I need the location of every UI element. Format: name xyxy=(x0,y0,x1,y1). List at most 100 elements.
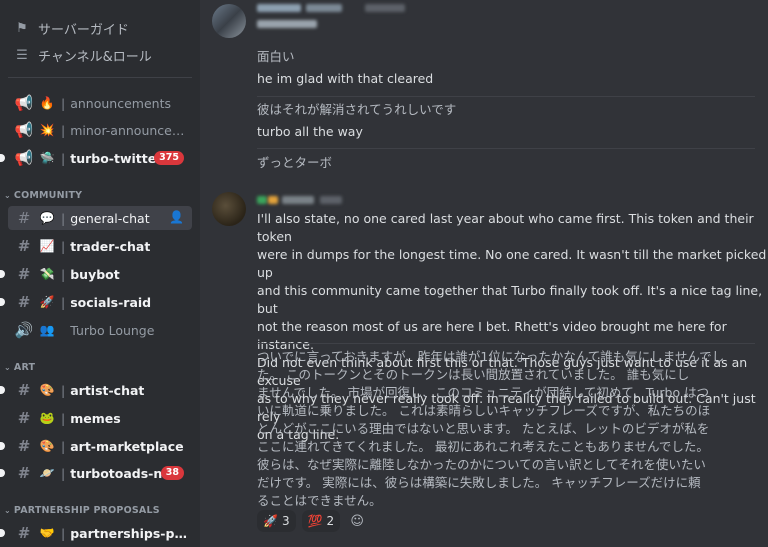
channel-name: turbotoads-nft xyxy=(70,465,174,481)
hash-icon: # xyxy=(17,293,31,311)
redacted-timestamp xyxy=(365,4,405,12)
redacted-timestamp xyxy=(320,196,342,204)
channel-name: artist-chat xyxy=(70,382,145,398)
add-member-icon[interactable]: 👤 xyxy=(169,210,184,224)
redacted-username xyxy=(282,196,314,204)
sidebar-item-socials-raid[interactable]: # 🚀 | socials-raid xyxy=(0,290,192,314)
reaction-rocket-toad[interactable]: 🚀 3 xyxy=(257,510,296,532)
sidebar-item-turbo-lounge[interactable]: 🔊 👥 | Turbo Lounge xyxy=(8,318,192,342)
sidebar-item-general-chat[interactable]: # 💬 | general-chat 👤 xyxy=(8,206,192,230)
rocket-toad-icon: 🚀 xyxy=(263,514,278,528)
sidebar-item-trader-chat[interactable]: # 📈 | trader-chat xyxy=(8,234,192,258)
redacted-username xyxy=(306,4,342,12)
megaphone-icon: 📢 xyxy=(14,149,34,167)
hash-icon: # xyxy=(17,381,31,399)
frog-icon: 🐸 xyxy=(39,411,55,425)
channel-name: art-marketplace xyxy=(70,438,184,454)
sidebar-item-memes[interactable]: # 🐸 | memes xyxy=(8,406,192,430)
explosion-icon: 💥 xyxy=(39,123,55,137)
channel-sidebar: ⚑ サーバーガイド ☰ チャンネル&ロール 📢 🔥 | announcement… xyxy=(0,0,200,547)
ufo-icon: 🛸 xyxy=(39,151,55,165)
channel-name: Turbo Lounge xyxy=(70,322,155,338)
sidebar-item-minor-announcements[interactable]: 📢 💥 | minor-announcem... xyxy=(8,118,192,142)
sidebar-item-artist-chat[interactable]: # 🎨 | artist-chat xyxy=(0,378,192,402)
hash-icon: # xyxy=(17,237,31,255)
channel-name: announcements xyxy=(70,95,171,111)
chevron-down-icon: ⌄ xyxy=(4,190,11,200)
redacted-text xyxy=(257,20,317,28)
channel-name: buybot xyxy=(70,266,120,282)
sidebar-item-turbo-twitter[interactable]: 📢 🛸 | turbo-twitter 375 xyxy=(0,146,192,170)
sidebar-item-turbotoads-nft[interactable]: # 🪐 | turbotoads-nft 38 xyxy=(0,461,192,485)
sidebar-item-art-marketplace[interactable]: # 🎨 | art-marketplace xyxy=(0,434,192,458)
speaker-icon: 🔊 xyxy=(14,321,34,339)
server-guide-item[interactable]: ⚑ サーバーガイド xyxy=(14,17,129,39)
channel-name: turbo-twitter xyxy=(70,150,163,166)
chevron-down-icon: ⌄ xyxy=(4,362,11,372)
message-text-ja: ずっとターボ xyxy=(257,155,333,170)
hundred-icon: 💯 xyxy=(307,514,323,528)
unread-indicator xyxy=(0,154,5,162)
megaphone-icon: 📢 xyxy=(14,94,34,112)
channel-name: trader-chat xyxy=(70,238,151,254)
message-text-ja: ついでに言っておきますが、昨年は誰が1位になったかなんて誰も気にしませんでし た… xyxy=(257,349,725,508)
channel-name: socials-raid xyxy=(70,294,152,310)
channels-roles-icon: ☰ xyxy=(16,47,28,63)
category-partnership-proposals[interactable]: ⌄ PARTNERSHIP PROPOSALS xyxy=(4,503,160,517)
message-text-ja: 彼はそれが解消されてうれしいです xyxy=(257,102,457,117)
sidebar-divider xyxy=(8,77,192,78)
sidebar-item-announcements[interactable]: 📢 🔥 | announcements xyxy=(8,91,192,115)
reaction-bar: 🚀 3 💯 2 ☺ xyxy=(257,510,368,532)
avatar[interactable] xyxy=(212,4,246,38)
unread-indicator xyxy=(0,270,5,278)
chart-icon: 📈 xyxy=(39,239,55,253)
translation-divider xyxy=(257,343,755,344)
mention-badge: 38 xyxy=(160,466,184,480)
channel-name: memes xyxy=(70,410,121,426)
translation-divider xyxy=(257,96,755,97)
message-text-ja: 面白い xyxy=(257,49,295,64)
palette-icon: 🎨 xyxy=(39,383,55,397)
unread-indicator xyxy=(0,298,5,306)
hash-icon: # xyxy=(17,209,31,227)
hash-icon: # xyxy=(17,524,31,542)
server-guide-icon: ⚑ xyxy=(16,20,28,36)
money-icon: 💸 xyxy=(39,267,55,281)
speech-bubble-icon: 💬 xyxy=(39,211,55,225)
channels-roles-item[interactable]: ☰ チャンネル&ロール xyxy=(14,44,152,66)
fire-icon: 🔥 xyxy=(39,96,55,110)
sidebar-item-buybot[interactable]: # 💸 | buybot xyxy=(0,262,192,286)
rocket-icon: 🚀 xyxy=(39,295,55,309)
planet-icon: 🪐 xyxy=(39,466,55,480)
unread-indicator xyxy=(0,529,5,537)
hash-icon: # xyxy=(17,265,31,283)
redacted-username xyxy=(257,196,267,204)
mention-badge: 375 xyxy=(154,151,184,165)
unread-indicator xyxy=(0,442,5,450)
channel-name: partnerships-prop... xyxy=(70,525,190,541)
channel-name: general-chat xyxy=(70,210,150,226)
channel-name: minor-announcem... xyxy=(70,122,191,138)
message-text: turbo all the way xyxy=(257,124,363,139)
people-icon: 👥 xyxy=(39,323,55,337)
unread-indicator xyxy=(0,469,5,477)
sidebar-item-partnerships-proposals[interactable]: # 🤝 | partnerships-prop... xyxy=(0,521,192,545)
reaction-count: 3 xyxy=(281,514,290,528)
reaction-count: 2 xyxy=(326,514,335,528)
redacted-username xyxy=(268,196,278,204)
redacted-username xyxy=(257,4,301,12)
message-list: 面白い he im glad with that cleared 彼はそれが解消… xyxy=(200,0,768,547)
hash-icon: # xyxy=(17,409,31,427)
reaction-hundred[interactable]: 💯 2 xyxy=(301,510,341,532)
hash-icon: # xyxy=(17,437,31,455)
add-reaction-icon[interactable]: ☺ xyxy=(346,510,368,532)
chevron-down-icon: ⌄ xyxy=(4,505,11,515)
handshake-icon: 🤝 xyxy=(39,526,55,540)
megaphone-icon: 📢 xyxy=(14,121,34,139)
category-art[interactable]: ⌄ ART xyxy=(4,360,35,374)
server-guide-label: サーバーガイド xyxy=(38,22,129,38)
avatar[interactable] xyxy=(212,192,246,226)
palette-icon: 🎨 xyxy=(39,439,55,453)
category-community[interactable]: ⌄ COMMUNITY xyxy=(4,188,82,202)
channels-roles-label: チャンネル&ロール xyxy=(38,49,152,65)
